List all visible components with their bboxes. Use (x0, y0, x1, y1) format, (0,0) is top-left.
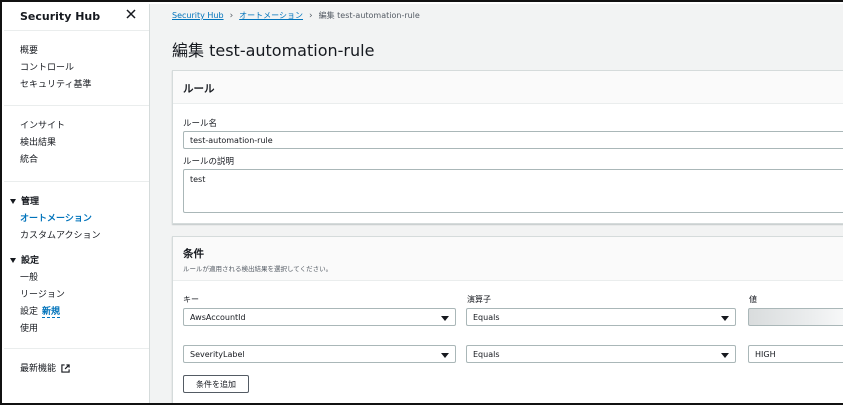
external-link-icon (61, 364, 70, 373)
key-select[interactable]: SeverityLabel (183, 345, 456, 363)
sidebar-item-whats-new[interactable]: 最新機能 (20, 361, 149, 378)
sidebar-section-manage[interactable]: 管理 (10, 194, 149, 211)
sidebar-item-configuration[interactable]: 設定 新規 (20, 304, 149, 321)
value-input[interactable]: HIGH (748, 345, 843, 363)
rule-panel: ルール ルール名 test-automation-rule ルールの説明 tes… (172, 70, 843, 224)
new-badge: 新規 (42, 307, 61, 318)
criteria-panel-header: 条件 ルールが適用される検出結果を選択してください。 (173, 237, 843, 281)
caret-down-icon (441, 353, 449, 358)
sidebar-item-usage[interactable]: 使用 (20, 321, 149, 338)
column-value: 値 (749, 295, 757, 304)
sidebar-header: Security Hub (4, 4, 149, 31)
key-select[interactable]: AwsAccountId (183, 308, 456, 326)
sidebar-item-automations[interactable]: オートメーション (20, 211, 149, 228)
sidebar-title: Security Hub (20, 10, 101, 23)
criteria-panel: 条件 ルールが適用される検出結果を選択してください。 キー 演算子 値 AwsA… (172, 236, 843, 403)
criteria-title: 条件 (183, 248, 204, 260)
caret-down-icon (721, 316, 729, 321)
sidebar-item-insights[interactable]: インサイト (20, 118, 149, 135)
add-condition-button[interactable]: 条件を追加 (183, 375, 249, 393)
operator-select[interactable]: Equals (466, 308, 736, 326)
sidebar-item-standards[interactable]: セキュリティ基準 (20, 77, 149, 94)
page-title: 編集 test-automation-rule (172, 41, 375, 60)
sidebar: Security Hub 概要 コントロール セキュリティ基準 インサイト 検出… (4, 4, 150, 403)
rule-panel-header: ルール (173, 71, 843, 104)
close-icon[interactable] (125, 8, 137, 20)
sidebar-item-findings[interactable]: 検出結果 (20, 135, 149, 152)
caret-down-icon (441, 316, 449, 321)
criteria-description: ルールが適用される検出結果を選択してください。 (183, 265, 333, 273)
main-content: Security Hub › オートメーション › 編集 test-automa… (150, 4, 843, 403)
caret-down-icon (10, 199, 16, 204)
rule-description-textarea[interactable]: test (183, 169, 843, 213)
column-operator: 演算子 (467, 295, 491, 304)
breadcrumb: Security Hub › オートメーション › 編集 test-automa… (172, 10, 420, 21)
sidebar-item-controls[interactable]: コントロール (20, 60, 149, 77)
caret-down-icon (10, 258, 16, 263)
operator-select[interactable]: Equals (466, 345, 736, 363)
sidebar-group-manage: 管理 オートメーション カスタムアクション (4, 182, 149, 245)
sidebar-item-general[interactable]: 一般 (20, 270, 149, 287)
breadcrumb-security-hub[interactable]: Security Hub (172, 11, 224, 20)
sidebar-group-overview: 概要 コントロール セキュリティ基準 (4, 31, 149, 105)
screenshot-frame: Security Hub 概要 コントロール セキュリティ基準 インサイト 検出… (0, 0, 843, 405)
chevron-right-icon: › (309, 10, 313, 21)
sidebar-group-settings: 設定 一般 リージョン 設定 新規 使用 (4, 245, 149, 348)
sidebar-group-findings: インサイト 検出結果 統合 (4, 106, 149, 181)
sidebar-section-settings[interactable]: 設定 (10, 253, 149, 270)
rule-name-label: ルール名 (183, 119, 218, 129)
sidebar-group-whats-new: 最新機能 (4, 349, 149, 378)
chevron-right-icon: › (229, 10, 234, 21)
sidebar-item-summary[interactable]: 概要 (20, 43, 149, 60)
sidebar-item-regions[interactable]: リージョン (20, 287, 149, 304)
caret-down-icon (721, 353, 729, 358)
rule-description-label: ルールの説明 (183, 157, 235, 167)
rule-name-input[interactable]: test-automation-rule (183, 131, 843, 149)
column-key: キー (183, 295, 199, 304)
breadcrumb-automations[interactable]: オートメーション (239, 10, 303, 21)
value-input[interactable] (748, 308, 843, 326)
breadcrumb-current: 編集 test-automation-rule (318, 11, 420, 20)
sidebar-item-custom-actions[interactable]: カスタムアクション (20, 228, 149, 245)
sidebar-item-integrations[interactable]: 統合 (20, 152, 149, 169)
